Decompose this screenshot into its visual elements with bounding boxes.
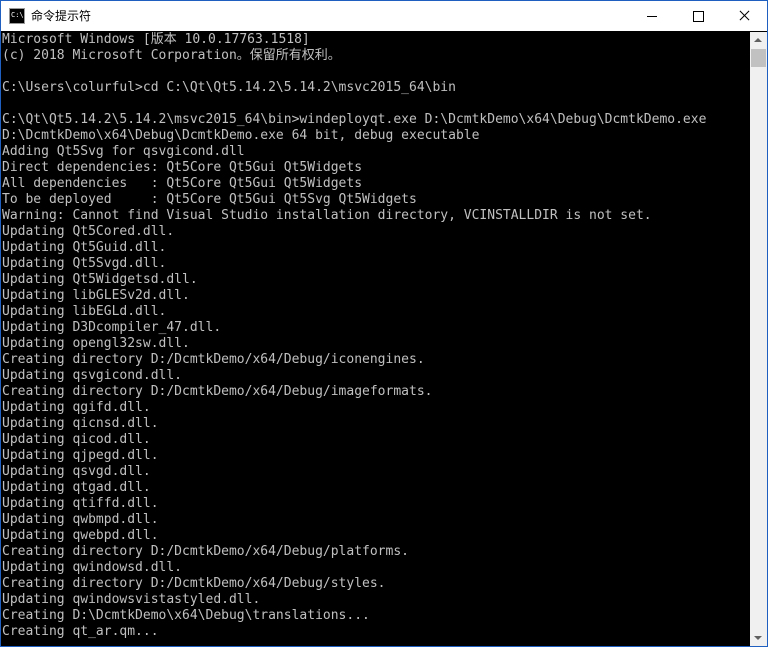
vertical-scrollbar[interactable] (750, 32, 767, 646)
console-line: Warning: Cannot find Visual Studio insta… (2, 208, 652, 223)
console-line: Updating qwindowsd.dll. (2, 560, 183, 575)
console-line: Updating Qt5Cored.dll. (2, 224, 175, 239)
console-line: Updating qjpegd.dll. (2, 448, 159, 463)
console-line: Updating libEGLd.dll. (2, 304, 167, 319)
console-line: Creating directory D:/DcmtkDemo/x64/Debu… (2, 352, 425, 367)
scroll-up-arrow-icon[interactable] (750, 32, 767, 49)
console-line: Direct dependencies: Qt5Core Qt5Gui Qt5W… (2, 160, 363, 175)
console-line: All dependencies : Qt5Core Qt5Gui Qt5Wid… (2, 176, 363, 191)
console-line: Microsoft Windows [版本 10.0.17763.1518] (2, 32, 310, 47)
console-line: Updating qwindowsvistastyled.dll. (2, 592, 261, 607)
console-line: C:\Qt\Qt5.14.2\5.14.2\msvc2015_64\bin>wi… (2, 112, 707, 127)
console-line: Updating qtgad.dll. (2, 480, 151, 495)
console-output[interactable]: Microsoft Windows [版本 10.0.17763.1518] (c… (1, 32, 750, 646)
console-line: Creating directory D:/DcmtkDemo/x64/Debu… (2, 384, 433, 399)
console-line: Updating qwbmpd.dll. (2, 512, 159, 527)
console-line: Creating directory D:/DcmtkDemo/x64/Debu… (2, 544, 409, 559)
console-line: Updating qwebpd.dll. (2, 528, 159, 543)
console-line: Updating libGLESv2d.dll. (2, 288, 190, 303)
title-bar[interactable]: 命令提示符 (1, 1, 767, 31)
console-line: Updating qicod.dll. (2, 432, 151, 447)
console-line: Updating Qt5Guid.dll. (2, 240, 167, 255)
console-line: Updating Qt5Widgetsd.dll. (2, 272, 198, 287)
minimize-button[interactable] (629, 1, 675, 31)
scroll-down-arrow-icon[interactable] (750, 629, 767, 646)
console-line: To be deployed : Qt5Core Qt5Gui Qt5Svg Q… (2, 192, 417, 207)
console-line: Updating qgifd.dll. (2, 400, 151, 415)
console-line: Updating qsvgicond.dll. (2, 368, 183, 383)
console-line: Updating qsvgd.dll. (2, 464, 151, 479)
cmd-icon[interactable] (9, 8, 25, 24)
window-title: 命令提示符 (31, 9, 92, 23)
console-line: C:\Users\colurful>cd C:\Qt\Qt5.14.2\5.14… (2, 80, 456, 95)
console-line: Updating qtiffd.dll. (2, 496, 159, 511)
window-controls (629, 1, 767, 31)
console-line: Creating D:\DcmtkDemo\x64\Debug\translat… (2, 608, 370, 623)
console-line: Updating qicnsd.dll. (2, 416, 159, 431)
scrollbar-thumb[interactable] (751, 49, 766, 67)
console-line: Creating directory D:/DcmtkDemo/x64/Debu… (2, 576, 386, 591)
maximize-button[interactable] (675, 1, 721, 31)
console-line: Updating Qt5Svgd.dll. (2, 256, 167, 271)
console-line: (c) 2018 Microsoft Corporation。保留所有权利。 (2, 48, 341, 63)
console-line: Creating qt_ar.qm... (2, 624, 159, 639)
console-line: Adding Qt5Svg for qsvgicond.dll (2, 144, 245, 159)
console-line: Updating D3Dcompiler_47.dll. (2, 320, 222, 335)
close-button[interactable] (721, 1, 767, 31)
console-line: Updating opengl32sw.dll. (2, 336, 190, 351)
console-line: D:\DcmtkDemo\x64\Debug\DcmtkDemo.exe 64 … (2, 128, 480, 143)
cmd-window: 命令提示符 Microsoft Windows [版本 10.0.17763.1… (0, 0, 768, 647)
